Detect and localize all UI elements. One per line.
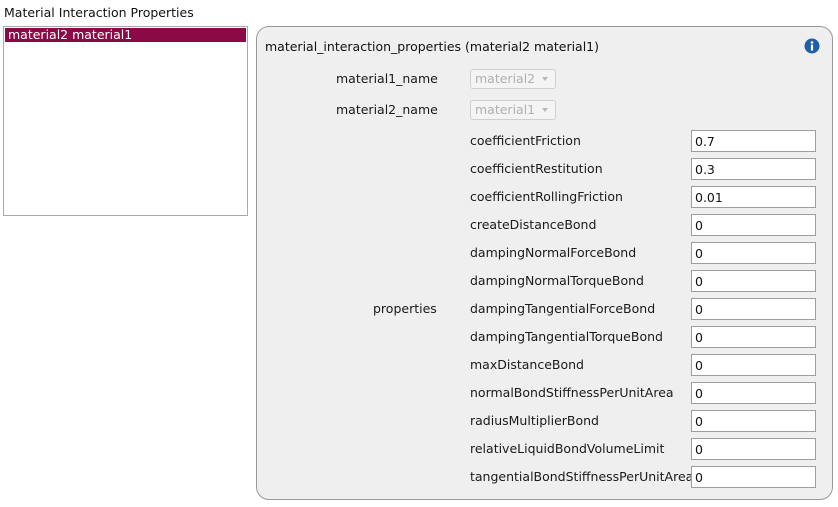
list-item[interactable]: material2 material1	[5, 28, 246, 42]
interaction-list[interactable]: material2 material1	[3, 26, 248, 216]
property-label: coefficientRestitution	[470, 161, 603, 176]
property-label: dampingNormalTorqueBond	[470, 273, 644, 288]
property-input[interactable]	[691, 186, 816, 208]
material-interaction-window: Material Interaction Properties material…	[0, 0, 838, 507]
property-input[interactable]	[691, 214, 816, 236]
material1-name-select[interactable]: material2	[470, 69, 556, 89]
material1-name-value: material2	[475, 71, 536, 86]
property-label: dampingTangentialTorqueBond	[470, 329, 663, 344]
property-label: dampingTangentialForceBond	[470, 301, 656, 316]
property-input[interactable]	[691, 438, 816, 460]
property-label: relativeLiquidBondVolumeLimit	[470, 441, 665, 456]
section-title: Material Interaction Properties	[4, 5, 194, 20]
property-input[interactable]	[691, 410, 816, 432]
property-label: radiusMultiplierBond	[470, 413, 599, 428]
property-input[interactable]	[691, 382, 816, 404]
info-icon[interactable]	[804, 38, 820, 54]
property-label: maxDistanceBond	[470, 357, 584, 372]
property-input[interactable]	[691, 130, 816, 152]
property-label: coefficientFriction	[470, 133, 581, 148]
property-label: normalBondStiffnessPerUnitArea	[470, 385, 674, 400]
property-input[interactable]	[691, 326, 816, 348]
property-label: coefficientRollingFriction	[470, 189, 623, 204]
properties-group-box: material_interaction_properties (materia…	[256, 26, 833, 500]
property-input[interactable]	[691, 158, 816, 180]
property-input[interactable]	[691, 466, 816, 488]
property-input[interactable]	[691, 354, 816, 376]
property-input[interactable]	[691, 242, 816, 264]
chevron-down-icon	[542, 108, 548, 112]
property-label: createDistanceBond	[470, 217, 597, 232]
material2-name-label: material2_name	[336, 102, 438, 117]
material2-name-select[interactable]: material1	[470, 100, 556, 120]
property-label: tangentialBondStiffnessPerUnitArea	[470, 469, 694, 484]
material1-name-label: material1_name	[336, 71, 438, 86]
property-input[interactable]	[691, 298, 816, 320]
chevron-down-icon	[542, 77, 548, 81]
material2-name-value: material1	[475, 102, 536, 117]
property-label: dampingNormalForceBond	[470, 245, 637, 260]
group-title: material_interaction_properties (materia…	[265, 39, 600, 54]
property-input[interactable]	[691, 270, 816, 292]
properties-label: properties	[373, 301, 437, 316]
